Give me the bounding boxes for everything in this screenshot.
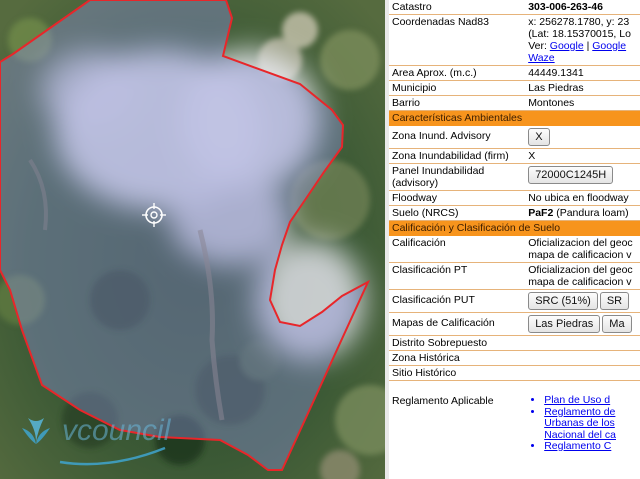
- barrio-label: Barrio: [389, 95, 526, 111]
- section-calificacion: Calificación y Clasificación de Suelo: [389, 220, 640, 236]
- zona-inundabilidad-value: X: [525, 148, 640, 164]
- row-municipio: Municipio Las Piedras: [389, 80, 640, 96]
- catastro-label: Catastro: [389, 0, 526, 15]
- clasificacion-put-label: Clasificación PUT: [389, 289, 526, 313]
- calificacion-line1: Oficializacion del geoc: [528, 237, 633, 249]
- area-label: Area Aprox. (m.c.): [389, 65, 526, 81]
- barrio-value: Montones: [525, 95, 640, 111]
- google-link[interactable]: Google: [550, 40, 584, 52]
- row-clasificacion-put: Clasificación PUT SRC (51%) SR: [389, 289, 640, 313]
- coordenadas-xy: x: 256278.1780, y: 23: [528, 16, 630, 28]
- panel-inundabilidad-label: Panel Inundabilidad: [392, 165, 485, 177]
- clasificacion-pt-line2: mapa de calificacion v: [528, 276, 632, 288]
- row-floodway: Floodway No ubica en floodway: [389, 190, 640, 206]
- suelo-label: Suelo (NRCS): [389, 205, 526, 221]
- municipio-label: Municipio: [389, 80, 526, 96]
- distrito-label: Distrito Sobrepuesto: [389, 335, 526, 351]
- row-panel-inundabilidad: Panel Inundabilidad (advisory) 72000C124…: [389, 163, 640, 191]
- row-mapas-calificacion: Mapas de Calificación Las Piedras Ma: [389, 312, 640, 336]
- waze-link[interactable]: Waze: [528, 52, 554, 64]
- zona-inund-advisory-label: Zona Inund. Advisory: [389, 125, 526, 149]
- row-zona-inund-advisory: Zona Inund. Advisory X: [389, 125, 640, 149]
- coordenadas-latlon: (Lat: 18.15370015, Lo: [528, 28, 631, 40]
- row-calificacion: Calificación Oficializacion del geoc map…: [389, 235, 640, 263]
- mapa-las-piedras-button[interactable]: Las Piedras: [528, 315, 601, 333]
- map-canvas[interactable]: vcouncil: [0, 0, 385, 479]
- row-reglamento: Reglamento Aplicable Plan de Uso d Regla…: [389, 381, 640, 454]
- put-src-button[interactable]: SRC (51%): [528, 292, 598, 310]
- reglamento-item[interactable]: Plan de Uso d: [544, 394, 640, 407]
- suelo-desc: (Pandura loam): [556, 207, 629, 219]
- link-separator: |: [586, 40, 590, 52]
- row-catastro: Catastro 303-006-263-46: [389, 0, 640, 15]
- parcel-info-panel: Catastro 303-006-263-46 Coordenadas Nad8…: [389, 0, 640, 479]
- mapas-calificacion-label: Mapas de Calificación: [389, 312, 526, 336]
- mapa-second-button[interactable]: Ma: [602, 315, 632, 333]
- row-sitio-historico: Sitio Histórico: [389, 365, 640, 381]
- row-suelo: Suelo (NRCS) PaF2 (Pandura loam): [389, 205, 640, 221]
- zona-advisory-button[interactable]: X: [528, 128, 550, 146]
- floodway-label: Floodway: [389, 190, 526, 206]
- coordenadas-label: Coordenadas Nad83: [389, 14, 526, 66]
- ver-label: Ver:: [528, 40, 547, 52]
- reglamento-item[interactable]: Urbanas de los: [544, 417, 640, 430]
- panel-firm-button[interactable]: 72000C1245H: [528, 166, 614, 184]
- parcel-info-table: Catastro 303-006-263-46 Coordenadas Nad8…: [389, 0, 640, 454]
- zona-inundabilidad-label: Zona Inundabilidad (firm): [389, 148, 526, 164]
- row-zona-inundabilidad: Zona Inundabilidad (firm) X: [389, 148, 640, 164]
- catastro-value: 303-006-263-46: [525, 0, 640, 15]
- row-area: Area Aprox. (m.c.) 44449.1341: [389, 65, 640, 81]
- sitio-historico-label: Sitio Histórico: [389, 365, 526, 381]
- clasificacion-pt-line1: Oficializacion del geoc: [528, 264, 633, 276]
- zona-historica-label: Zona Histórica: [389, 350, 526, 366]
- reglamento-item[interactable]: Reglamento C: [544, 440, 640, 453]
- row-coordenadas: Coordenadas Nad83 x: 256278.1780, y: 23 …: [389, 14, 640, 66]
- row-barrio: Barrio Montones: [389, 95, 640, 111]
- reglamento-list: Plan de Uso d Reglamento de Urbanas de l…: [528, 394, 640, 453]
- clasificacion-pt-label: Clasificación PT: [389, 262, 526, 290]
- row-zona-historica: Zona Histórica: [389, 350, 640, 366]
- section-ambientales: Características Ambientales: [389, 110, 640, 126]
- watermark-text: vcouncil: [62, 414, 172, 447]
- row-clasificacion-pt: Clasificación PT Oficializacion del geoc…: [389, 262, 640, 290]
- section-ambientales-title: Características Ambientales: [389, 110, 640, 126]
- panel-inundabilidad-sublabel: (advisory): [392, 177, 439, 189]
- calificacion-label: Calificación: [389, 235, 526, 263]
- area-value: 44449.1341: [525, 65, 640, 81]
- reglamento-label: Reglamento Aplicable: [392, 395, 494, 407]
- google-earth-link[interactable]: Google: [592, 40, 626, 52]
- put-second-button[interactable]: SR: [599, 292, 630, 310]
- municipio-value: Las Piedras: [525, 80, 640, 96]
- aerial-map[interactable]: vcouncil: [0, 0, 385, 479]
- section-calificacion-title: Calificación y Clasificación de Suelo: [389, 220, 640, 236]
- suelo-code: PaF2: [528, 207, 554, 219]
- row-distrito: Distrito Sobrepuesto: [389, 335, 640, 351]
- calificacion-line2: mapa de calificacion v: [528, 249, 632, 261]
- floodway-value: No ubica en floodway: [525, 190, 640, 206]
